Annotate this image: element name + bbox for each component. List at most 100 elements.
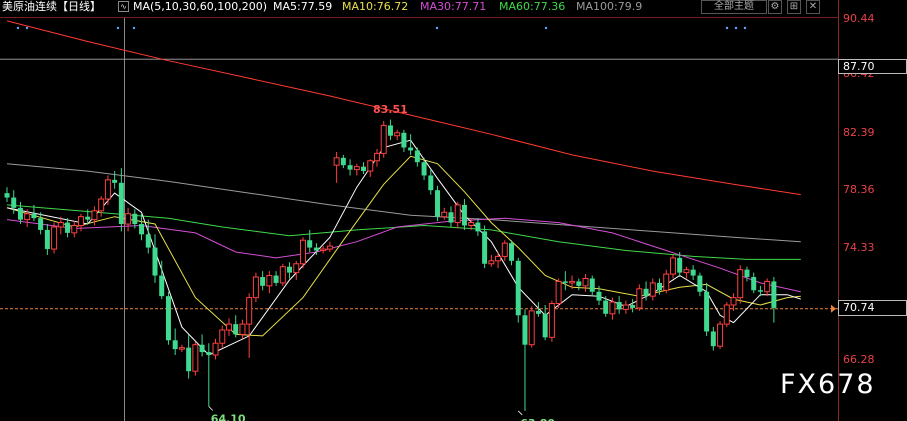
ma100-value: MA100:79.9 xyxy=(576,0,643,13)
candle-body xyxy=(24,213,31,221)
chart-type-icon[interactable]: ∿ xyxy=(118,1,129,12)
candle xyxy=(186,334,192,379)
candle xyxy=(669,254,676,279)
candle-body xyxy=(373,152,380,162)
candle xyxy=(380,120,387,158)
candle-body xyxy=(528,310,535,346)
candle-body xyxy=(495,255,502,262)
candle-body xyxy=(737,269,744,299)
candle-body xyxy=(260,277,266,286)
y-tick-label: 74.33 xyxy=(843,241,875,254)
candle xyxy=(454,201,461,229)
candle xyxy=(159,260,165,300)
candle-body xyxy=(636,288,643,309)
candle-body xyxy=(252,276,259,299)
candle-body xyxy=(555,280,562,305)
candle xyxy=(219,325,226,348)
candle xyxy=(299,237,306,269)
ma60-value: MA60:77.36 xyxy=(499,0,566,13)
candle xyxy=(482,225,488,269)
candle-body xyxy=(219,329,226,344)
candle xyxy=(562,271,568,291)
candle-body xyxy=(192,344,199,372)
candle-body xyxy=(723,304,730,325)
candle xyxy=(576,278,582,291)
candle xyxy=(448,206,454,227)
candle xyxy=(428,169,434,195)
candle-body xyxy=(266,275,273,287)
candle xyxy=(239,319,246,339)
candle xyxy=(347,159,353,176)
current-price-box: 70.74 xyxy=(838,300,907,316)
ma-params: MA(5,10,30,60,100,200) xyxy=(133,0,268,13)
candle-body xyxy=(603,300,609,314)
chart-title: 美原油连续【日线】 xyxy=(2,0,101,13)
candle-body xyxy=(279,266,286,284)
candle-body xyxy=(313,247,319,251)
candle-body xyxy=(172,340,178,350)
candle-body xyxy=(125,213,132,225)
candle-body xyxy=(17,207,23,220)
candle-body xyxy=(582,277,589,287)
event-marker-dot xyxy=(435,26,439,30)
candle-body xyxy=(98,198,105,212)
theme-button[interactable]: 全部主题 xyxy=(701,0,767,14)
event-marker-dot xyxy=(743,26,747,30)
candle xyxy=(394,129,401,141)
candle xyxy=(4,187,10,202)
candle-body xyxy=(771,281,777,308)
candle xyxy=(287,262,293,279)
candle xyxy=(495,252,502,269)
candle xyxy=(717,321,724,350)
candle-body xyxy=(152,247,158,276)
candle xyxy=(65,218,71,238)
candle xyxy=(475,218,481,236)
candle xyxy=(178,344,185,353)
candle xyxy=(515,257,521,323)
candle-body xyxy=(757,290,763,292)
candle xyxy=(522,309,528,411)
candle-body xyxy=(576,281,582,286)
candle xyxy=(266,271,273,294)
candle-body xyxy=(199,344,205,353)
candle-body xyxy=(293,263,300,274)
candle-body xyxy=(165,296,171,341)
candle xyxy=(199,334,205,357)
candle-body xyxy=(347,165,353,170)
candlestick-chart[interactable]: 83.51 64.10 63.80 xyxy=(0,0,907,421)
candle xyxy=(435,185,441,222)
candle-body xyxy=(273,275,279,283)
candle-body xyxy=(448,212,454,223)
candle xyxy=(555,278,562,308)
candle xyxy=(273,271,279,286)
candle xyxy=(764,278,771,297)
candle-body xyxy=(380,124,387,154)
candle-body xyxy=(287,266,293,273)
candle-body xyxy=(435,190,441,217)
candle xyxy=(233,315,239,338)
settings-icon[interactable]: ⚙ xyxy=(768,0,782,14)
grid-icon[interactable]: ⊞ xyxy=(787,0,801,14)
candle-body xyxy=(11,197,17,208)
extreme-price-label: 63.80 xyxy=(520,417,555,421)
candle-body xyxy=(488,260,495,265)
candle-body xyxy=(394,132,401,137)
candle-body xyxy=(307,240,313,248)
candle-body xyxy=(657,282,663,291)
candle-body xyxy=(239,323,246,335)
close-icon[interactable]: ✕ xyxy=(806,0,820,14)
annotation-pointer xyxy=(517,410,523,416)
event-marker-dot xyxy=(116,26,120,30)
candle xyxy=(225,318,232,336)
candle xyxy=(98,196,105,217)
candle-body xyxy=(401,132,407,148)
candle-body xyxy=(340,157,346,166)
candle-body xyxy=(333,157,340,166)
candle-body xyxy=(522,315,528,345)
candle-body xyxy=(630,304,636,308)
candle xyxy=(630,299,636,313)
candle-body xyxy=(85,216,91,220)
candle-body xyxy=(132,213,138,225)
candle xyxy=(373,148,380,167)
candle-body xyxy=(643,288,649,297)
